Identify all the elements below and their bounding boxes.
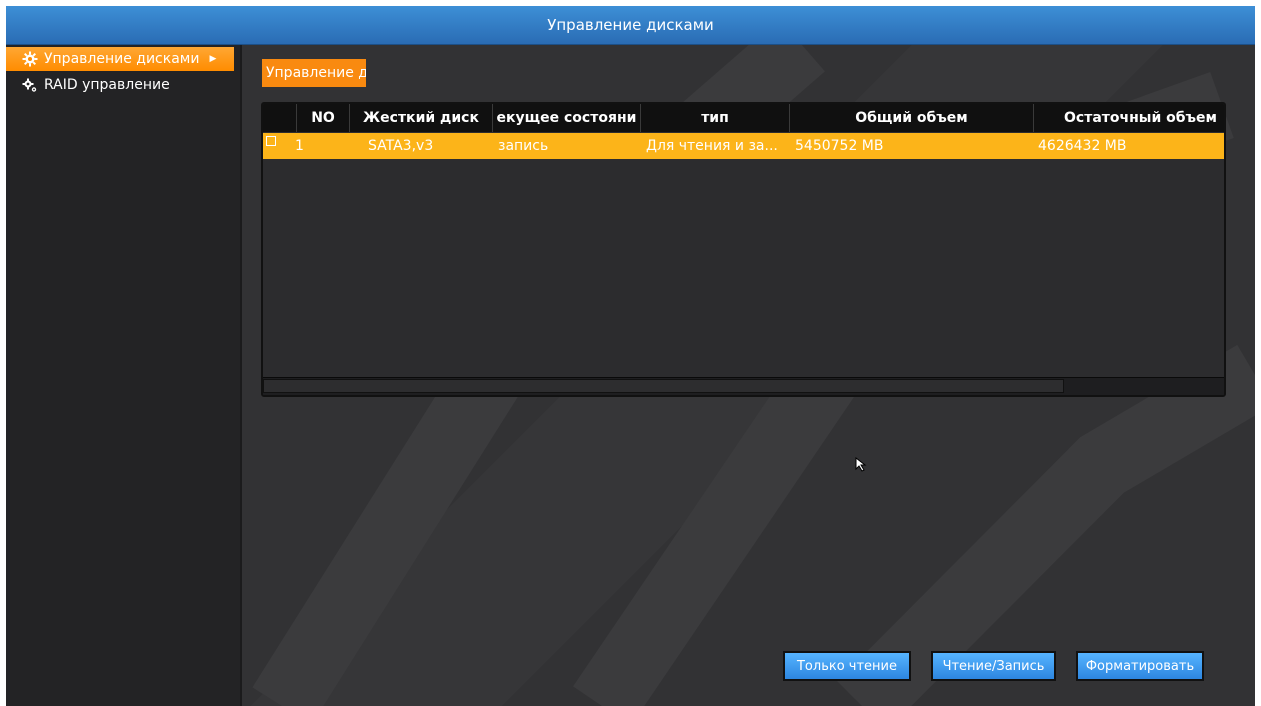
sidebar-item-raid-management[interactable]: RAID управление — [6, 73, 240, 97]
sidebar-item-disk-management[interactable]: Управление дисками ▶ — [6, 47, 234, 71]
mouse-cursor-icon — [855, 457, 867, 472]
column-spacer — [263, 104, 297, 132]
disk-management-window: Управление дисками Управление дисками ▶ … — [6, 6, 1255, 706]
gear-icon — [22, 51, 38, 67]
cell-total: 5450752 MB — [795, 138, 884, 154]
read-write-button[interactable]: Чтение/Запись — [931, 651, 1056, 681]
column-header-type[interactable]: тип — [641, 104, 790, 132]
table-header: NO Жесткий диск екущее состояни тип Общи… — [263, 104, 1224, 132]
table-row[interactable]: 1 SATA3,v3 запись Для чтения и за... 545… — [263, 133, 1224, 159]
gears-icon — [22, 78, 37, 92]
sidebar: Управление дисками ▶ RAID управление — [6, 45, 242, 706]
caret-right-icon: ▶ — [209, 54, 217, 64]
horizontal-scrollbar[interactable] — [263, 377, 1224, 395]
cell-state: запись — [498, 138, 549, 154]
format-button[interactable]: Форматировать — [1076, 651, 1204, 681]
tab-label: Управление д — [266, 65, 366, 81]
window-titlebar: Управление дисками — [6, 6, 1255, 45]
row-checkbox[interactable] — [266, 136, 276, 146]
cell-no: 1 — [295, 138, 304, 154]
sidebar-item-label: RAID управление — [44, 77, 170, 93]
column-header-state[interactable]: екущее состояни — [493, 104, 641, 132]
column-header-disk[interactable]: Жесткий диск — [350, 104, 493, 132]
main-content: Управление д NO Жесткий диск екущее сост… — [242, 45, 1255, 706]
cell-type: Для чтения и за... — [646, 138, 778, 154]
tab-disk-management[interactable]: Управление д — [262, 59, 366, 87]
cell-disk: SATA3,v3 — [368, 138, 434, 154]
column-header-remaining[interactable]: Остаточный объем — [1034, 104, 1224, 132]
cell-remaining: 4626432 MB — [1038, 138, 1127, 154]
row-checkbox-cell — [263, 133, 289, 159]
scrollbar-thumb[interactable] — [263, 379, 1064, 393]
disk-table: NO Жесткий диск екущее состояни тип Общи… — [261, 102, 1226, 397]
sidebar-item-label: Управление дисками — [44, 51, 200, 67]
column-header-no[interactable]: NO — [297, 104, 350, 132]
read-only-button[interactable]: Только чтение — [783, 651, 911, 681]
column-header-total[interactable]: Общий объем — [790, 104, 1034, 132]
window-title: Управление дисками — [547, 16, 714, 34]
